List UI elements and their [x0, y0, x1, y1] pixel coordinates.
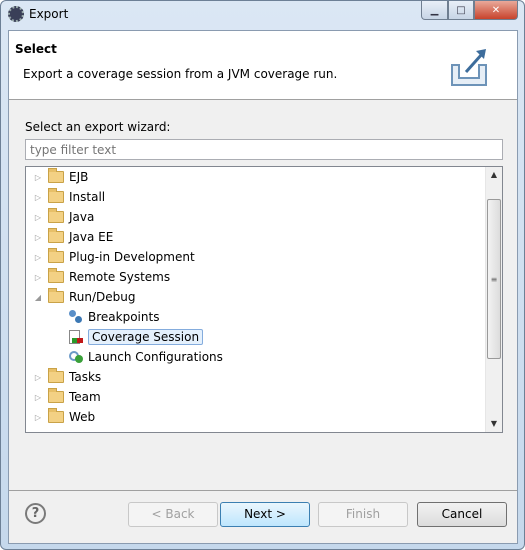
- folder-icon: [48, 388, 64, 403]
- export-icon: [451, 49, 487, 86]
- scroll-up-arrow[interactable]: ▲: [486, 167, 502, 183]
- expand-arrow-icon[interactable]: ▷: [32, 253, 44, 262]
- expand-arrow-icon[interactable]: ▷: [32, 273, 44, 282]
- expand-arrow-icon[interactable]: ▷: [32, 193, 44, 202]
- window-title: Export: [29, 7, 69, 21]
- folder-icon: [48, 368, 64, 383]
- scrollbar[interactable]: ▲ ≡ ▼: [485, 167, 502, 432]
- tree-item-install[interactable]: ▷ Install: [32, 187, 105, 207]
- folder-icon: [48, 248, 64, 263]
- tree-item-run-debug[interactable]: ◢ Run/Debug: [32, 287, 136, 307]
- wizard-header: Select Export a coverage session from a …: [9, 31, 517, 100]
- back-button[interactable]: < Back: [128, 502, 218, 527]
- folder-icon: [48, 168, 64, 183]
- tree-item-label: Team: [69, 390, 101, 404]
- tree-item-label: Java EE: [69, 230, 114, 244]
- scrollbar-thumb[interactable]: ≡: [487, 199, 501, 359]
- tree-item-breakpoints[interactable]: Breakpoints: [68, 307, 159, 327]
- expand-arrow-icon[interactable]: ▷: [32, 393, 44, 402]
- expand-arrow-icon[interactable]: ▷: [32, 233, 44, 242]
- expand-arrow-icon[interactable]: ▷: [32, 213, 44, 222]
- export-dialog: Export ▁ □ ✕ Select Export a coverage se…: [0, 0, 525, 550]
- expand-arrow-icon[interactable]: ▷: [32, 413, 44, 422]
- folder-icon: [48, 188, 64, 203]
- finish-button[interactable]: Finish: [318, 502, 408, 527]
- tree-item-label: Run/Debug: [69, 290, 136, 304]
- tree-item-label: Plug-in Development: [69, 250, 195, 264]
- tree-item-tasks[interactable]: ▷ Tasks: [32, 367, 101, 387]
- collapse-arrow-icon[interactable]: ◢: [32, 293, 44, 302]
- folder-icon: [48, 228, 64, 243]
- tree-item-team[interactable]: ▷ Team: [32, 387, 101, 407]
- tree-item-web[interactable]: ▷ Web: [32, 407, 95, 427]
- tree-item-java-ee[interactable]: ▷ Java EE: [32, 227, 113, 247]
- tree-item-label: Web: [69, 410, 96, 424]
- maximize-button[interactable]: □: [448, 1, 474, 20]
- next-button[interactable]: Next >: [220, 502, 310, 527]
- tree-item-coverage-session[interactable]: Coverage Session: [68, 327, 204, 347]
- eclipse-app-icon: [8, 6, 24, 22]
- minimize-button[interactable]: ▁: [421, 1, 448, 20]
- tree-item-label: EJB: [69, 170, 89, 184]
- tree-item-label: Install: [69, 190, 106, 204]
- tree-item-launch-configurations[interactable]: Launch Configurations: [68, 347, 223, 367]
- folder-icon: [48, 268, 64, 283]
- wizard-label: Select an export wizard:: [25, 120, 171, 134]
- wizard-tree: ▷ Web ▷ Team ▷ Tasks Launch Configurations Cove…: [25, 166, 503, 433]
- folder-icon: [48, 288, 64, 303]
- tree-item-label: Remote Systems: [69, 270, 171, 284]
- breakpoints-icon: [68, 310, 84, 324]
- tree-item-ejb[interactable]: ▷ EJB: [32, 167, 88, 187]
- tree-item-label: Launch Configurations: [88, 350, 223, 364]
- folder-icon: [48, 408, 64, 423]
- coverage-icon: [68, 330, 84, 344]
- tree-item-remote-systems[interactable]: ▷ Remote Systems: [32, 267, 170, 287]
- tree-item-java[interactable]: ▷ Java: [32, 207, 94, 227]
- page-title: Select: [15, 42, 57, 56]
- launch-icon: [68, 350, 84, 364]
- tree-item-label: Coverage Session: [88, 329, 204, 345]
- folder-icon: [48, 208, 64, 223]
- cancel-button[interactable]: Cancel: [417, 502, 507, 527]
- tree-item-plug-in-development[interactable]: ▷ Plug-in Development: [32, 247, 195, 267]
- tree-item-label: Java: [69, 210, 95, 224]
- tree-item-label: Breakpoints: [88, 310, 160, 324]
- scroll-down-arrow[interactable]: ▼: [486, 416, 502, 432]
- page-description: Export a coverage session from a JVM cov…: [23, 67, 338, 81]
- close-button[interactable]: ✕: [474, 1, 518, 20]
- tree-item-label: Tasks: [69, 370, 102, 384]
- expand-arrow-icon[interactable]: ▷: [32, 373, 44, 382]
- expand-arrow-icon[interactable]: ▷: [32, 173, 44, 182]
- separator: [9, 490, 517, 491]
- filter-input[interactable]: [25, 139, 503, 160]
- help-button[interactable]: ?: [25, 503, 46, 524]
